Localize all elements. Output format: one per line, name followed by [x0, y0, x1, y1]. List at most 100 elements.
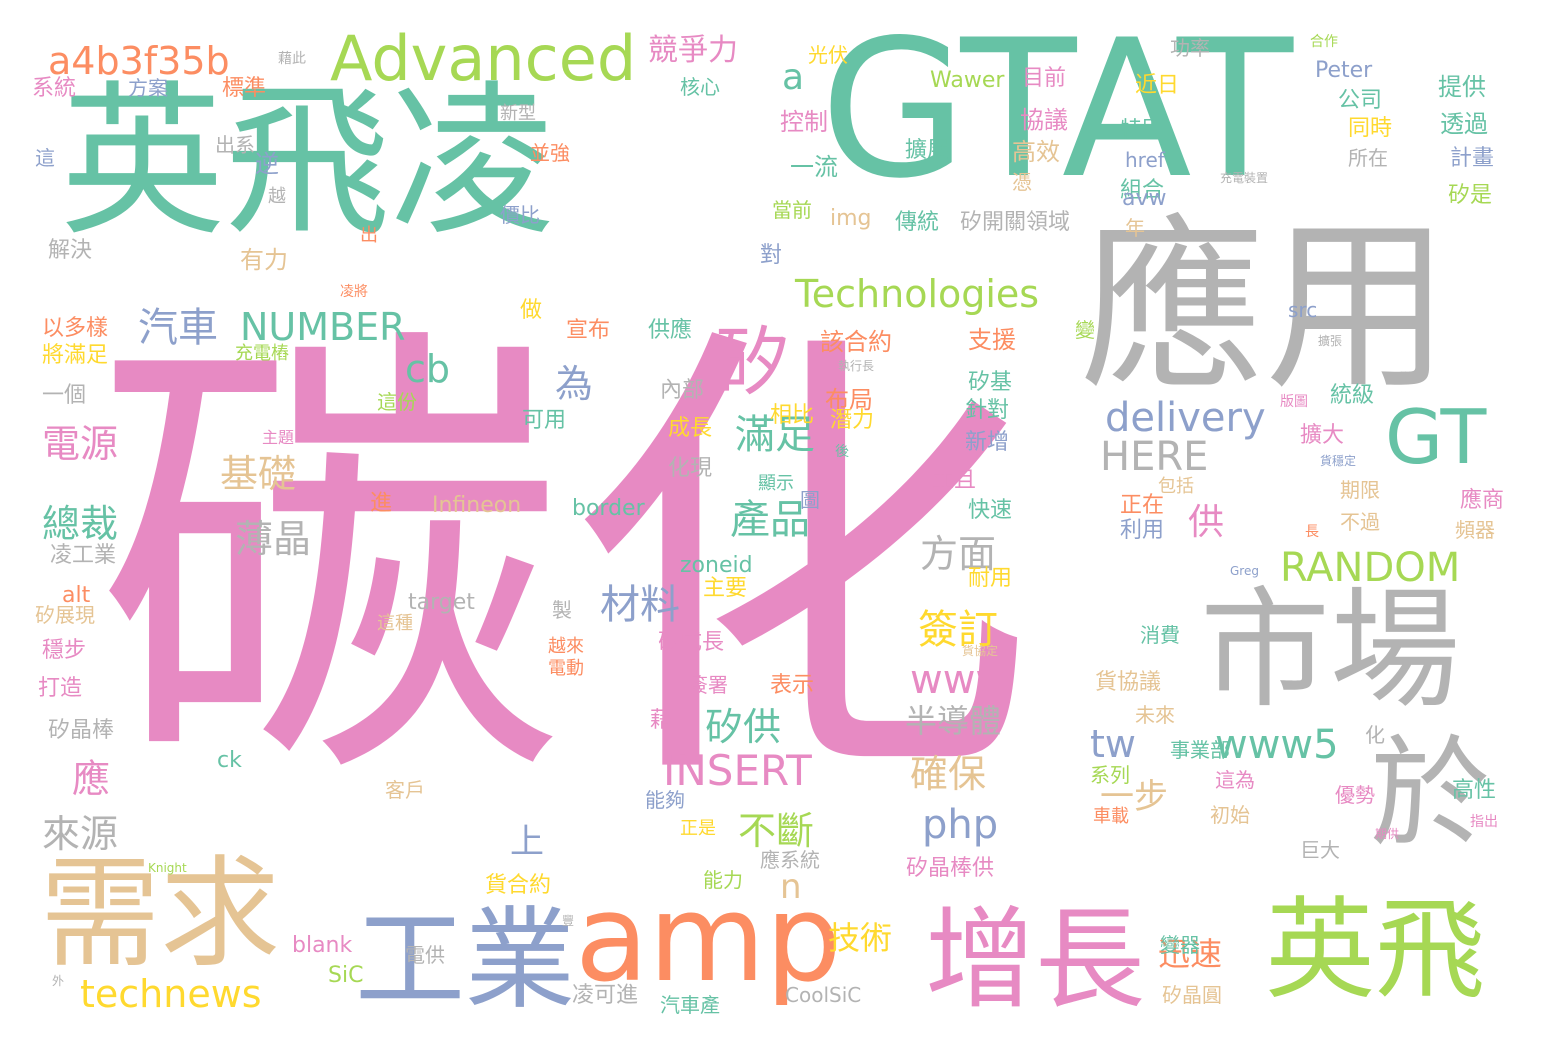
word-cjk-168: 事業部: [1170, 738, 1230, 762]
word-cjk-153: 這種: [377, 613, 413, 634]
word-insert: INSERT: [663, 746, 812, 795]
word-cjk-77: 計畫: [1450, 146, 1495, 171]
word-cjk-57: 核心: [680, 75, 720, 99]
word-cjk-158: 貨協定: [962, 644, 999, 658]
word-src: src: [1288, 298, 1318, 322]
word-cjk-36: 薄晶: [235, 517, 312, 561]
word-cjk-176: 高性: [1452, 778, 1497, 803]
word-cjk-178: 車載: [1093, 806, 1129, 827]
word-cjk-84: 越: [268, 186, 286, 207]
word-cjk-184: 能力: [703, 868, 743, 892]
word-cjk-109: 充電樁: [235, 343, 289, 364]
word-cjk-97: 對: [760, 243, 783, 268]
word-cjk-91: 傳統: [895, 210, 940, 235]
word-cjk-38: 材料: [600, 582, 680, 628]
word-avw: avw: [1122, 186, 1167, 211]
word-cjk-189: 電供: [405, 943, 445, 967]
word-cjk-117: 可用: [522, 408, 567, 433]
word-cjk-14: 矽: [715, 318, 791, 406]
word-cjk-103: 供應: [648, 318, 693, 343]
word-cjk-196: 矽晶圓: [1162, 983, 1222, 1007]
word-wawer: Wawer: [930, 68, 1005, 93]
word-cjk-123: 成長: [668, 416, 713, 441]
word-cjk-47: 技術: [828, 919, 893, 957]
word-cjk-17: 汽車: [138, 305, 218, 351]
word-cjk-115: 統級: [1330, 383, 1375, 408]
word-cjk-53: 方案: [128, 76, 168, 100]
word-zoneid: zoneid: [680, 553, 753, 578]
word-cjk-52: 系統: [32, 76, 77, 101]
word-cjk-167: 化: [1365, 723, 1385, 747]
word-delivery: delivery: [1105, 395, 1266, 441]
word-cjk-81: 憑: [1012, 170, 1032, 194]
word-cjk-173: 能夠: [645, 788, 685, 812]
word-cjk-71: 出系: [215, 133, 255, 157]
word-cjk-156: 穩步: [42, 638, 87, 663]
word-cjk-146: 耐用: [968, 566, 1013, 591]
word-cjk-179: 期供: [1375, 827, 1400, 841]
word-technologies: Technologies: [795, 272, 1040, 316]
word-cjk-162: 表示: [770, 673, 815, 698]
word-cjk-68: 協議: [1020, 106, 1068, 134]
word-cjk-129: 顯示: [758, 473, 794, 494]
word-cjk-137: 圖: [800, 488, 820, 512]
word-cjk-98: 凌將: [340, 284, 368, 300]
word-cjk-185: 矽晶棒供: [906, 856, 995, 881]
word-cjk-35: 總裁: [42, 502, 119, 546]
word-cjk-41: 確保: [910, 752, 987, 796]
word-cjk-92: 矽開關領域: [960, 210, 1071, 235]
word-cjk-132: 期限: [1340, 478, 1380, 502]
word-cjk-65: 公司: [1338, 88, 1383, 113]
word-cjk-33: 基礎: [220, 452, 297, 496]
word-cjk-180: 指出: [1470, 814, 1498, 830]
word-cjk-161: 簽署: [688, 673, 728, 697]
word-cjk-101: 做: [520, 298, 543, 323]
word-cjk-79: 逆: [255, 150, 279, 178]
word-cjk-163: 貨協議: [1095, 670, 1162, 695]
word-cjk-2: 英飛凌: [60, 66, 555, 258]
word-cjk-155: 消費: [1140, 623, 1180, 647]
word-cjk-64: 近日: [1135, 73, 1180, 98]
word-cjk-164: 未來: [1135, 703, 1175, 727]
word-cjk-107: 擴張: [1318, 334, 1343, 348]
word-cjk-149: 主要: [703, 576, 748, 601]
word-cjk-134: 進: [370, 491, 393, 516]
word-cjk-140: 利用: [1120, 518, 1165, 543]
word-img: img: [830, 206, 872, 231]
word-cjk-76: 所在: [1348, 146, 1388, 170]
word-cjk-127: 貨穩定: [1320, 454, 1357, 468]
word-n: n: [780, 867, 802, 907]
word-php: php: [922, 802, 999, 848]
word-www5: www5: [1215, 722, 1339, 768]
word-cjk-63: 提供: [1438, 73, 1486, 101]
word-a4b3f35b: a4b3f35b: [48, 39, 230, 83]
word-cjk-172: 客戶: [385, 778, 425, 802]
word-cjk-130: 並且: [932, 468, 977, 493]
word-cjk-56: 光伏: [808, 43, 848, 67]
word-cjk-152: 製: [552, 598, 572, 622]
word-cjk-50: 半導體: [905, 702, 1002, 740]
word-cjk-119: 潛力: [830, 408, 875, 433]
word-cjk-44: 來源: [42, 812, 119, 856]
word-cjk-96: 有力: [240, 246, 288, 274]
word-cjk-166: 藉: [650, 708, 673, 733]
word-here: HERE: [1100, 434, 1209, 480]
word-cjk-171: 系列: [1090, 763, 1130, 787]
word-cjk-116: 這份: [377, 390, 417, 414]
word-cjk-34: 電源: [42, 422, 119, 466]
word-cjk-144: 凌工業: [50, 543, 117, 568]
word-cjk-51: 上: [510, 822, 544, 862]
word-cjk-114: 矽基: [968, 370, 1013, 395]
word-cjk-110: 執行長: [838, 359, 875, 373]
word-cjk-54: 標準: [222, 76, 267, 101]
word-cjk-58: 功率: [1170, 36, 1210, 60]
word-cjk-85: 價比: [500, 203, 540, 227]
word-greg: Greg: [1230, 564, 1259, 578]
word-cjk-43: 應: [72, 757, 111, 801]
word-target: target: [408, 590, 475, 615]
word-random: RANDOM: [1280, 545, 1461, 591]
word-knight: Knight: [148, 861, 187, 875]
word-cjk-102: 宣布: [566, 318, 611, 343]
word-cjk-70: 透過: [1440, 110, 1488, 138]
word-cjk-170: 這為: [1215, 768, 1255, 792]
